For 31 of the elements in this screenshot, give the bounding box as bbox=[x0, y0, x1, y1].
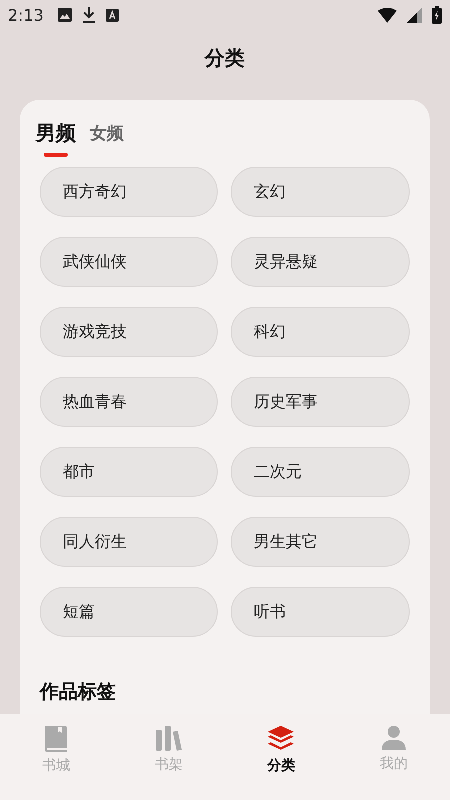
person-icon bbox=[382, 726, 406, 750]
category-chip[interactable]: 游戏竞技 bbox=[40, 307, 218, 357]
category-chip[interactable]: 灵异悬疑 bbox=[231, 237, 410, 287]
download-icon bbox=[82, 7, 96, 23]
nav-tab[interactable]: 分类 bbox=[225, 726, 338, 800]
section-heading: 作品标签 bbox=[40, 680, 117, 705]
category-chip[interactable]: 科幻 bbox=[231, 307, 410, 357]
category-chip[interactable]: 短篇 bbox=[40, 587, 218, 637]
category-chip[interactable]: 同人衍生 bbox=[40, 517, 218, 567]
category-chip[interactable]: 武侠仙侠 bbox=[40, 237, 218, 287]
tab-underline bbox=[44, 153, 68, 157]
category-chip[interactable]: 听书 bbox=[231, 587, 410, 637]
category-chip[interactable]: 热血青春 bbox=[40, 377, 218, 427]
page-title: 分类 bbox=[204, 45, 246, 72]
status-time: 2:13 bbox=[8, 6, 44, 24]
layers-icon bbox=[268, 726, 294, 752]
category-chip[interactable]: 历史军事 bbox=[231, 377, 410, 427]
battery-icon bbox=[432, 6, 442, 24]
books-icon bbox=[156, 726, 182, 751]
category-chip[interactable]: 都市 bbox=[40, 447, 218, 497]
gender-tab[interactable]: 男频 bbox=[36, 120, 76, 157]
wifi-icon bbox=[378, 8, 397, 22]
image-icon bbox=[58, 8, 72, 22]
book-icon bbox=[44, 726, 68, 752]
category-chip[interactable]: 二次元 bbox=[231, 447, 410, 497]
font-icon bbox=[106, 8, 119, 22]
gender-tab[interactable]: 女频 bbox=[90, 120, 124, 157]
category-chip[interactable]: 男生其它 bbox=[231, 517, 410, 567]
signal-icon bbox=[407, 8, 422, 22]
category-chip[interactable]: 西方奇幻 bbox=[40, 167, 218, 217]
category-chip[interactable]: 玄幻 bbox=[231, 167, 410, 217]
